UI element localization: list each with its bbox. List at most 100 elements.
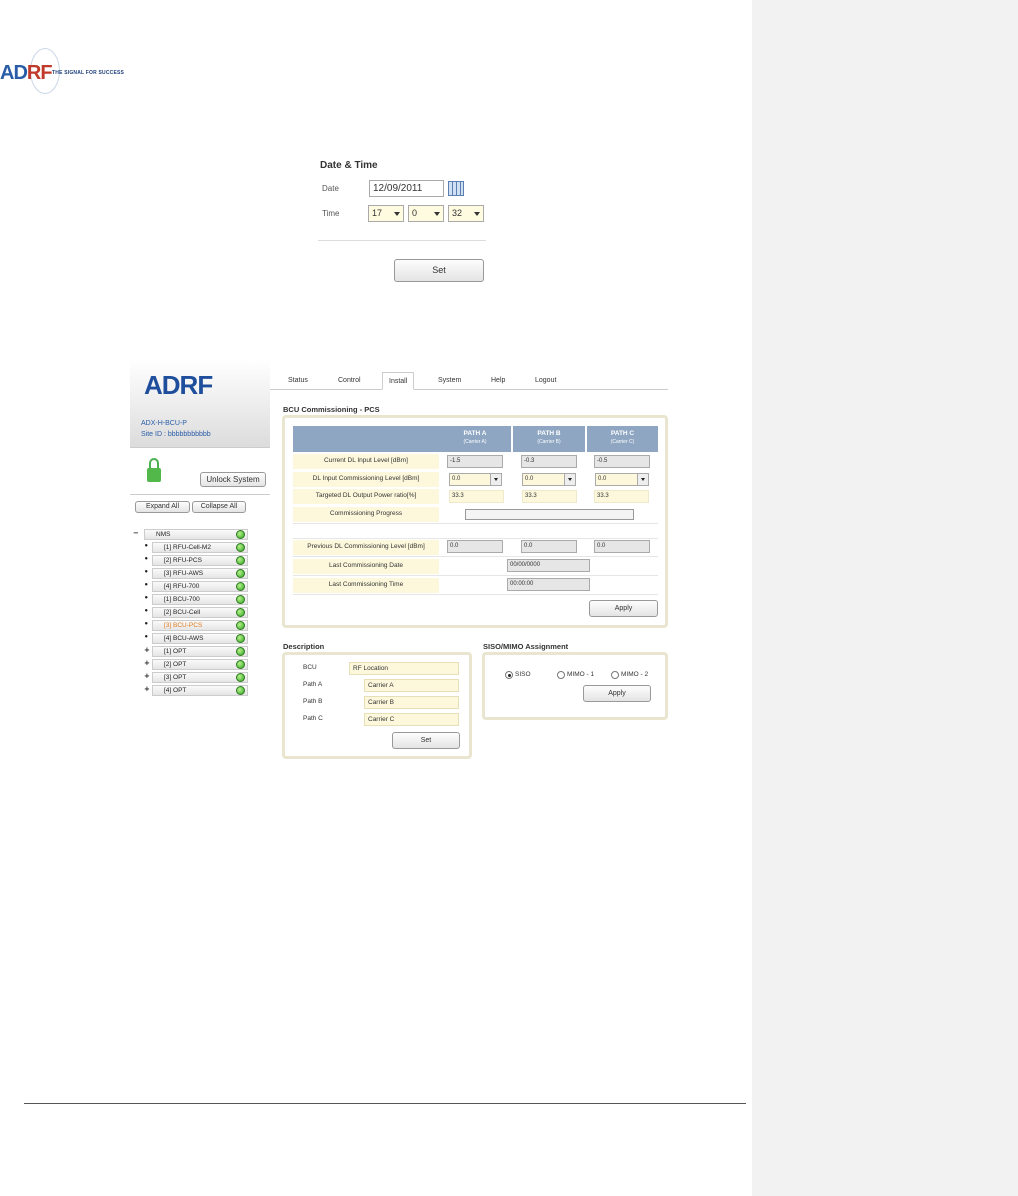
tree-item[interactable]: [1] RFU-Cell-M2 [152, 542, 248, 553]
tree-item[interactable]: [4] BCU-AWS [152, 633, 248, 644]
tree-bullet-icon: • [144, 594, 149, 602]
calendar-icon[interactable] [448, 181, 464, 196]
path-c-input-select[interactable]: 0.0 [595, 473, 649, 486]
main-tabbar: Status Control Install System Help Logou… [270, 372, 668, 390]
tree-item-label: [4] RFU-700 [164, 583, 200, 590]
path-c-current-level: -0.5 [594, 455, 650, 468]
description-set-button[interactable]: Set [392, 732, 460, 749]
previous-level-label: Previous DL Commissioning Level [dBm] [293, 540, 439, 555]
siso-mimo-apply-button[interactable]: Apply [583, 685, 651, 702]
tree-item[interactable]: [3] RFU-AWS [152, 568, 248, 579]
siso-mimo-title: SISO/MIMO Assignment [483, 642, 569, 651]
logo-brand: ADRF [0, 62, 53, 84]
tab-install[interactable]: Install [382, 372, 415, 390]
path-c-header: PATH C (Carrier C) [587, 426, 658, 452]
grid-divider [293, 556, 658, 557]
tree-item[interactable]: [3] BCU-PCS [152, 620, 248, 631]
unlock-system-button[interactable]: Unlock System [200, 472, 266, 487]
app-model-info: ADX-H-BCU-P Site ID : bbbbbbbbbbb [141, 418, 211, 440]
tree-item-label: [1] BCU-700 [164, 596, 200, 603]
grid-divider [293, 575, 658, 576]
date-input[interactable]: 12/09/2011 [369, 180, 444, 197]
tree-expand-icon[interactable]: + [144, 646, 150, 654]
path-c-carrier: (Carrier C) [610, 439, 635, 445]
path-a-input-select[interactable]: 0.0 [449, 473, 502, 486]
tab-status[interactable]: Status [288, 377, 308, 384]
chevron-down-icon[interactable] [637, 474, 648, 485]
tree-expand-icon[interactable]: + [144, 685, 150, 693]
siso-radio-label: SISO [515, 671, 531, 678]
path-c-name: PATH C [610, 430, 635, 437]
status-led-icon [236, 530, 245, 539]
tree-root-nms[interactable]: NMS [144, 529, 248, 540]
tab-logout[interactable]: Logout [535, 377, 556, 384]
commissioning-apply-button[interactable]: Apply [589, 600, 658, 617]
datetime-set-button[interactable]: Set [394, 259, 484, 282]
tree-item[interactable]: [2] RFU-PCS [152, 555, 248, 566]
status-led-icon [236, 569, 245, 578]
description-title: Description [283, 642, 325, 651]
last-time-label: Last Commissioning Time [293, 578, 439, 593]
path-a-carrier: (Carrier A) [463, 439, 487, 445]
tab-control[interactable]: Control [338, 377, 361, 384]
mimo-1-radio-label: MIMO - 1 [567, 671, 595, 678]
datetime-divider [318, 240, 486, 241]
tree-bullet-icon: • [144, 555, 149, 563]
tree-item-label: [2] RFU-PCS [164, 557, 202, 564]
status-led-icon [236, 582, 245, 591]
tree-item[interactable]: [1] BCU-700 [152, 594, 248, 605]
tree-item[interactable]: [4] RFU-700 [152, 581, 248, 592]
grid-divider [293, 523, 658, 524]
bcu-label: BCU [303, 664, 317, 671]
tree-collapse-icon[interactable]: − [133, 529, 139, 537]
commissioning-title: BCU Commissioning - PCS [283, 405, 380, 414]
tree-item[interactable]: [2] BCU-Cell [152, 607, 248, 618]
expand-all-button[interactable]: Expand All [135, 501, 190, 513]
tree-bullet-icon: • [144, 568, 149, 576]
bcu-location-input[interactable]: RF Location [349, 662, 459, 675]
siso-radio[interactable] [505, 671, 513, 679]
second-select[interactable]: 32 [448, 205, 484, 222]
status-led-icon [236, 634, 245, 643]
hour-select[interactable]: 17 [368, 205, 404, 222]
chevron-down-icon [474, 212, 480, 216]
grid-divider [293, 538, 658, 539]
status-led-icon [236, 556, 245, 565]
lock-icon [147, 458, 161, 484]
tab-system[interactable]: System [438, 377, 461, 384]
adrf-document-logo: ADRF THE SIGNAL FOR SUCCESS [0, 48, 140, 98]
tree-item[interactable]: [2] OPT [152, 659, 248, 670]
chevron-down-icon[interactable] [564, 474, 575, 485]
path-b-target-ratio[interactable]: 33.3 [522, 490, 577, 503]
tab-help[interactable]: Help [491, 377, 505, 384]
tree-item-label: [3] OPT [164, 674, 187, 681]
path-a-previous-level: 0.0 [447, 540, 503, 553]
tree-bullet-icon: • [144, 542, 149, 550]
chevron-down-icon[interactable] [490, 474, 501, 485]
tree-expand-icon[interactable]: + [144, 659, 150, 667]
input-level-label: DL Input Commissioning Level [dBm] [293, 472, 439, 487]
commissioning-progress-bar [465, 509, 634, 520]
tree-item[interactable]: [1] OPT [152, 646, 248, 657]
path-c-carrier-input[interactable]: Carrier C [364, 713, 459, 726]
path-c-target-ratio[interactable]: 33.3 [594, 490, 649, 503]
tree-item-label: [4] BCU-AWS [164, 635, 204, 642]
path-a-carrier-input[interactable]: Carrier A [364, 679, 459, 692]
tree-item[interactable]: [3] OPT [152, 672, 248, 683]
collapse-all-button[interactable]: Collapse All [192, 501, 246, 513]
status-led-icon [236, 595, 245, 604]
path-b-name: PATH B [537, 430, 561, 437]
path-b-carrier-input[interactable]: Carrier B [364, 696, 459, 709]
last-commissioning-time: 00:00:00 [507, 578, 590, 591]
minute-select[interactable]: 0 [408, 205, 444, 222]
path-b-input-select[interactable]: 0.0 [522, 473, 576, 486]
tree-expand-icon[interactable]: + [144, 672, 150, 680]
mimo-2-radio[interactable] [611, 671, 619, 679]
tree-item[interactable]: [4] OPT [152, 685, 248, 696]
path-c-previous-level: 0.0 [594, 540, 650, 553]
mimo-1-radio[interactable] [557, 671, 565, 679]
path-a-target-ratio[interactable]: 33.3 [449, 490, 504, 503]
date-label: Date [322, 184, 339, 193]
tree-item-label: [2] BCU-Cell [164, 609, 201, 616]
second-value: 32 [452, 208, 463, 218]
